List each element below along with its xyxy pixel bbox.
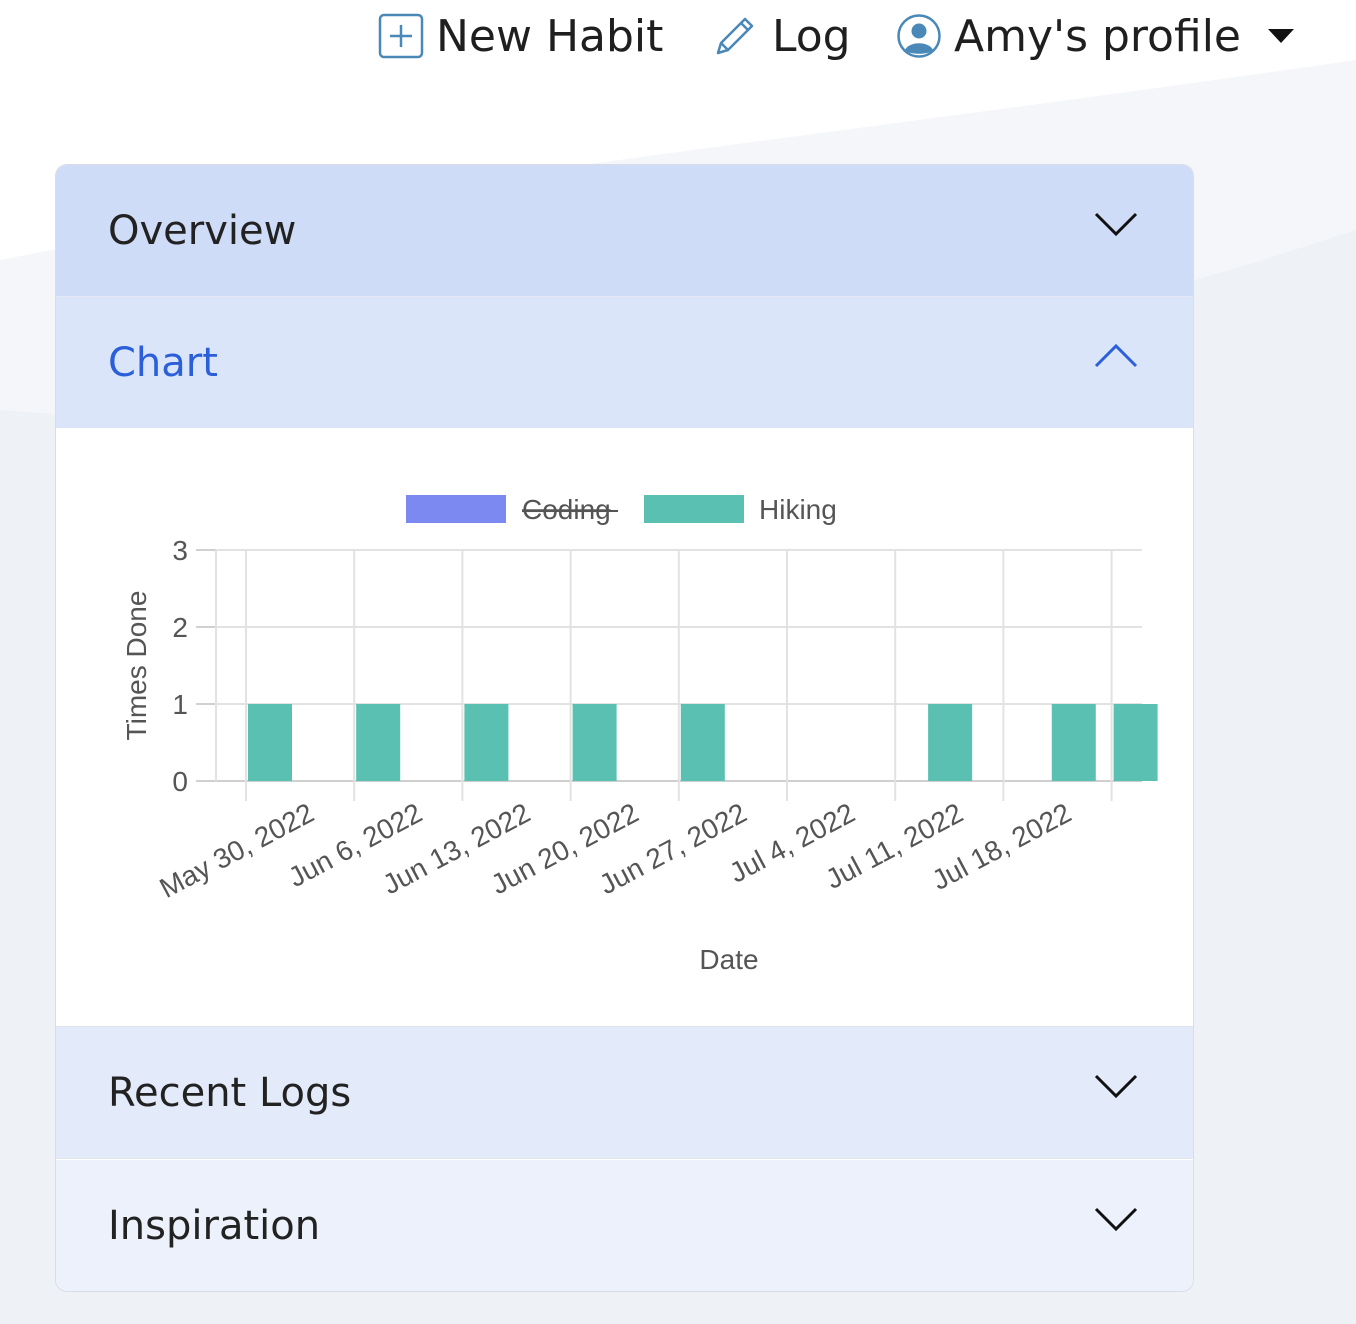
chevron-up-icon xyxy=(1094,343,1138,373)
recent-logs-header[interactable]: Recent Logs xyxy=(56,1027,1193,1159)
habit-accordion: Overview Chart 0 1 2 3 May 30, 2022 Jun 6, 20… xyxy=(55,164,1194,1292)
habit-bar-chart: 0123May 30, 2022Jun 6, 2022Jun 13, 2022J… xyxy=(121,494,1158,975)
legend-swatch-coding xyxy=(406,495,506,523)
bar-hiking xyxy=(248,704,292,781)
chevron-down-icon xyxy=(1094,1206,1138,1236)
bar-hiking xyxy=(356,704,401,781)
y-axis-title: Times Done xyxy=(121,591,152,741)
bar-hiking xyxy=(572,704,617,781)
new-habit-label: New Habit xyxy=(436,10,664,62)
y-tick-label: 2 xyxy=(172,612,188,643)
profile-dropdown[interactable]: Amy's profile xyxy=(896,8,1295,64)
overview-header[interactable]: Overview xyxy=(56,165,1193,297)
log-link[interactable]: Log xyxy=(712,8,851,64)
legend-swatch-hiking xyxy=(644,495,744,523)
log-label: Log xyxy=(772,10,851,62)
user-avatar-icon xyxy=(896,13,942,59)
inspiration-header[interactable]: Inspiration xyxy=(56,1160,1193,1291)
profile-label: Amy's profile xyxy=(954,10,1241,62)
bar-hiking xyxy=(1113,704,1158,781)
y-tick-label: 3 xyxy=(172,535,188,566)
top-nav: New Habit Log Amy's profile xyxy=(0,0,1356,80)
new-habit-link[interactable]: New Habit xyxy=(378,8,663,64)
overview-title: Overview xyxy=(108,207,297,254)
chart-title: Chart xyxy=(108,339,218,386)
bar-hiking xyxy=(1051,704,1096,781)
y-tick-label: 0 xyxy=(172,766,188,797)
bar-hiking xyxy=(464,704,509,781)
recent-logs-title: Recent Logs xyxy=(108,1069,352,1116)
plus-square-icon xyxy=(378,13,424,59)
chevron-down-icon xyxy=(1094,211,1138,241)
chevron-down-icon xyxy=(1094,1073,1138,1103)
inspiration-title: Inspiration xyxy=(108,1202,321,1249)
bar-hiking xyxy=(928,704,973,781)
chart-header[interactable]: Chart xyxy=(56,297,1193,428)
caret-down-icon xyxy=(1267,28,1295,44)
x-axis-title: Date xyxy=(699,944,758,975)
chart-panel: 0 1 2 3 May 30, 2022 Jun 6, 2022 Jun 13, 2022 J… xyxy=(56,429,1193,1027)
bar-hiking xyxy=(680,704,725,781)
legend-label-hiking: Hiking xyxy=(759,494,837,525)
pencil-icon xyxy=(712,13,758,59)
y-tick-label: 1 xyxy=(172,689,188,720)
legend-label-coding: Coding xyxy=(522,494,611,525)
